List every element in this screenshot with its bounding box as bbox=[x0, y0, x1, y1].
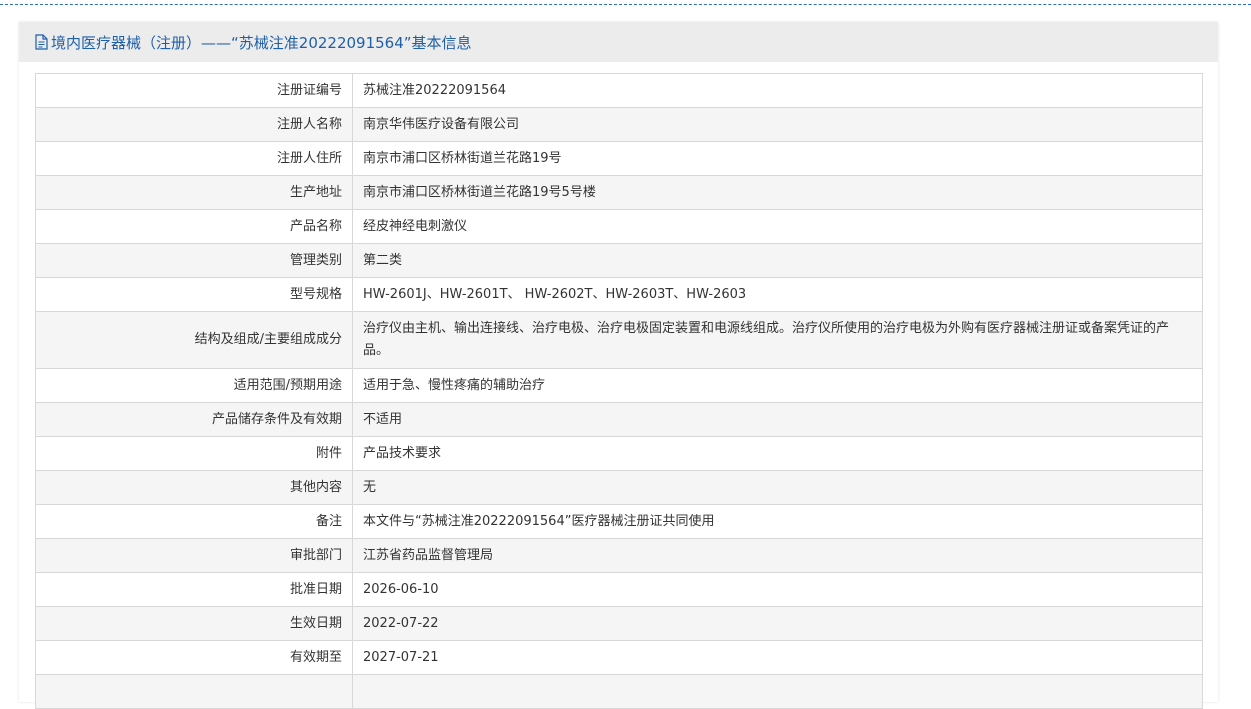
field-label: 审批部门 bbox=[35, 538, 353, 573]
field-value: 2026-06-10 bbox=[352, 572, 1203, 607]
field-label: 注册证编号 bbox=[35, 73, 353, 108]
field-value: 南京市浦口区桥林街道兰花路19号 bbox=[352, 141, 1203, 176]
field-label: 型号规格 bbox=[35, 277, 353, 312]
field-label: 注册人住所 bbox=[35, 141, 353, 176]
table-row: 其他内容无 bbox=[35, 470, 1203, 505]
field-value bbox=[352, 674, 1203, 709]
field-value: 苏械注准20222091564 bbox=[352, 73, 1203, 108]
field-value: 无 bbox=[352, 470, 1203, 505]
field-value: 不适用 bbox=[352, 402, 1203, 437]
panel-title: 境内医疗器械（注册）——“苏械注准20222091564”基本信息 bbox=[51, 33, 472, 52]
field-value: 2027-07-21 bbox=[352, 640, 1203, 675]
table-row: 结构及组成/主要组成成分 治疗仪由主机、输出连接线、治疗电极、治疗电极固定装置和电… bbox=[35, 311, 1203, 369]
field-value: HW-2601J、HW-2601T、 HW-2602T、HW-2603T、HW-… bbox=[352, 277, 1203, 312]
field-label: 管理类别 bbox=[35, 243, 353, 278]
table-row: 注册证编号 苏械注准20222091564 bbox=[35, 73, 1203, 108]
field-value: 本文件与“苏械注准20222091564”医疗器械注册证共同使用 bbox=[352, 504, 1203, 539]
table-row: 附件 产品技术要求 bbox=[35, 436, 1203, 471]
detail-panel: 境内医疗器械（注册）——“苏械注准20222091564”基本信息 注册证编号苏… bbox=[19, 22, 1218, 709]
field-value: 治疗仪由主机、输出连接线、治疗电极、治疗电极固定装置和电源线组成。治疗仪所使用的… bbox=[352, 311, 1203, 369]
field-label: 生效日期 bbox=[35, 606, 353, 641]
table-row: 管理类别 第二类 bbox=[35, 243, 1203, 278]
field-label: 产品储存条件及有效期 bbox=[35, 402, 353, 437]
field-label: 批准日期 bbox=[35, 572, 353, 607]
table-row: 有效期至 2027-07-21 bbox=[35, 640, 1203, 675]
table-row bbox=[35, 674, 1203, 709]
field-value: 第二类 bbox=[352, 243, 1203, 278]
document-icon bbox=[35, 34, 48, 50]
field-label: 适用范围/预期用途 bbox=[35, 368, 353, 403]
table-row: 注册人住所 南京市浦口区桥林街道兰花路19号 bbox=[35, 141, 1203, 176]
table-row: 注册人名称 南京华伟医疗设备有限公司 bbox=[35, 107, 1203, 142]
table-row: 产品名称 经皮神经电刺激仪 bbox=[35, 209, 1203, 244]
field-value: 2022-07-22 bbox=[352, 606, 1203, 641]
field-label: 结构及组成/主要组成成分 bbox=[35, 311, 353, 369]
top-divider bbox=[0, 4, 1251, 5]
field-label bbox=[35, 674, 353, 709]
table-row: 审批部门 江苏省药品监督管理局 bbox=[35, 538, 1203, 573]
field-label: 附件 bbox=[35, 436, 353, 471]
field-label: 其他内容 bbox=[35, 470, 353, 505]
table-row: 型号规格 HW-2601J、HW-2601T、 HW-2602T、HW-2603T… bbox=[35, 277, 1203, 312]
field-value: 南京市浦口区桥林街道兰花路19号5号楼 bbox=[352, 175, 1203, 210]
field-label: 备注 bbox=[35, 504, 353, 539]
table-row: 产品储存条件及有效期 不适用 bbox=[35, 402, 1203, 437]
panel-header: 境内医疗器械（注册）——“苏械注准20222091564”基本信息 bbox=[19, 22, 1218, 62]
field-value: 南京华伟医疗设备有限公司 bbox=[352, 107, 1203, 142]
field-value: 江苏省药品监督管理局 bbox=[352, 538, 1203, 573]
registration-info-table: 注册证编号 苏械注准20222091564 注册人名称 南京华伟医疗设备有限公司 注… bbox=[35, 73, 1203, 709]
field-label: 生产地址 bbox=[35, 175, 353, 210]
field-value: 经皮神经电刺激仪 bbox=[352, 209, 1203, 244]
field-label: 产品名称 bbox=[35, 209, 353, 244]
field-value: 产品技术要求 bbox=[352, 436, 1203, 471]
table-row: 批准日期 2026-06-10 bbox=[35, 572, 1203, 607]
table-row: 适用范围/预期用途 适用于急、慢性疼痛的辅助治疗 bbox=[35, 368, 1203, 403]
field-value: 适用于急、慢性疼痛的辅助治疗 bbox=[352, 368, 1203, 403]
table-row: 生效日期 2022-07-22 bbox=[35, 606, 1203, 641]
field-label: 注册人名称 bbox=[35, 107, 353, 142]
field-label: 有效期至 bbox=[35, 640, 353, 675]
table-row: 备注 本文件与“苏械注准20222091564”医疗器械注册证共同使用 bbox=[35, 504, 1203, 539]
table-row: 生产地址 南京市浦口区桥林街道兰花路19号5号楼 bbox=[35, 175, 1203, 210]
